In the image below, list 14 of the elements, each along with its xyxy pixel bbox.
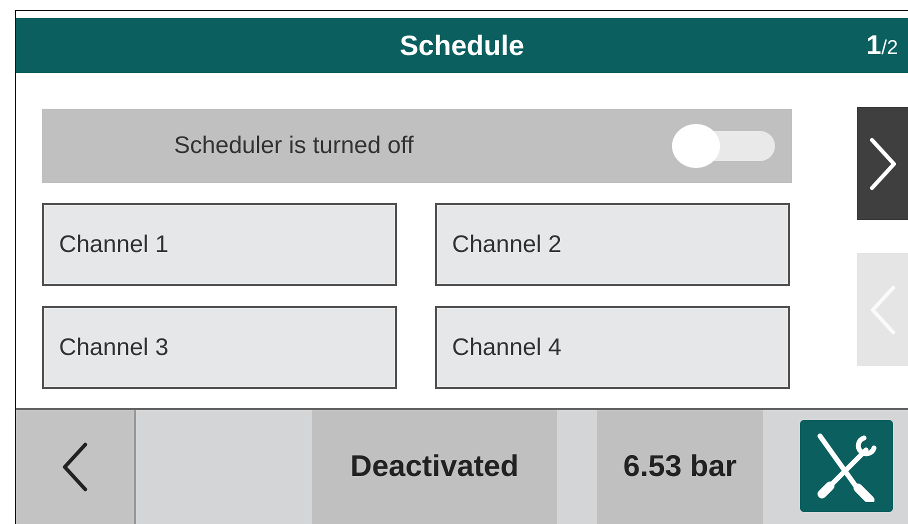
pressure-value: 6.53 bar [597, 410, 763, 524]
tools-button[interactable] [800, 420, 893, 512]
chevron-right-icon [868, 136, 898, 192]
scheduler-switch[interactable] [672, 124, 775, 168]
channel-button[interactable]: Channel 2 [435, 203, 790, 286]
page-indicator: 1/2 [866, 30, 898, 61]
channel-button[interactable]: Channel 4 [435, 306, 790, 389]
channel-button[interactable]: Channel 3 [42, 306, 397, 389]
next-page-button[interactable] [857, 107, 908, 220]
back-button[interactable] [16, 410, 136, 524]
channel-button[interactable]: Channel 1 [42, 203, 397, 286]
screen-title: Schedule [400, 30, 524, 62]
scheduler-status: Scheduler is turned off [174, 132, 414, 160]
status-value: Deactivated [312, 410, 557, 524]
